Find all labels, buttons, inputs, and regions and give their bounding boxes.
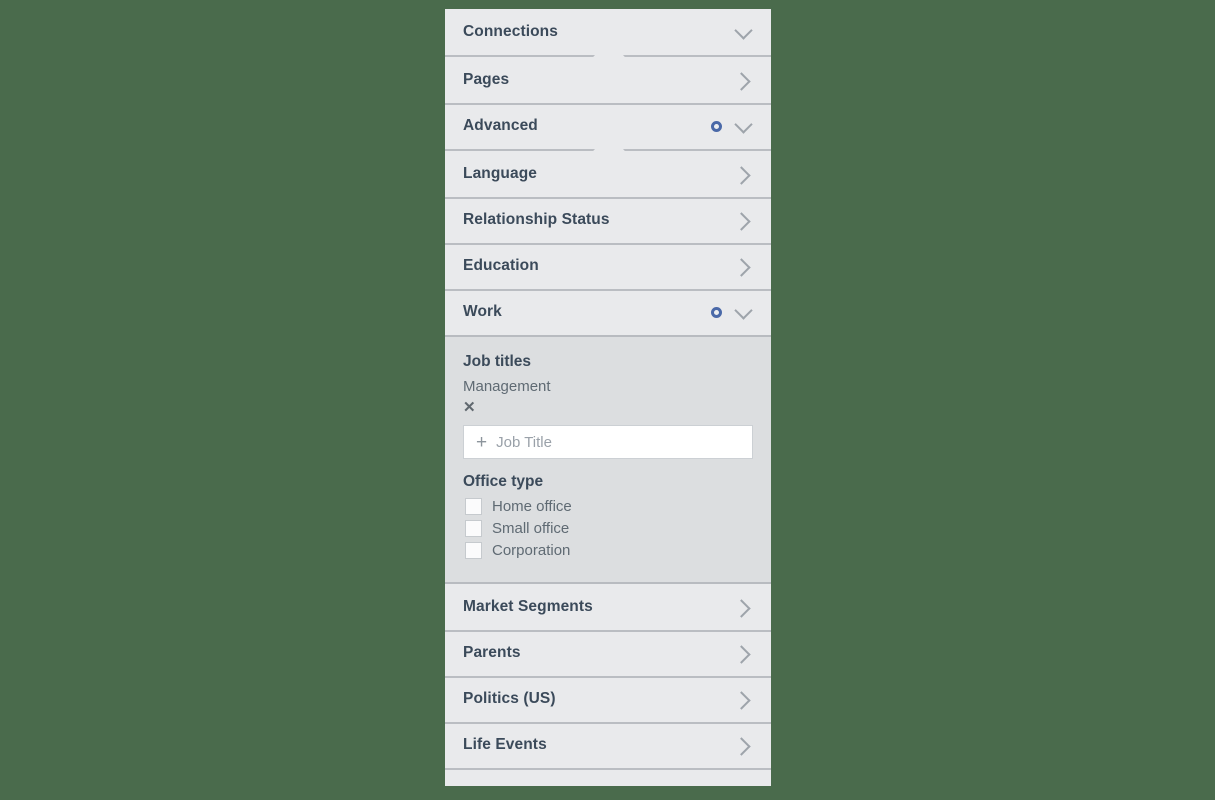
chevron-down-icon[interactable]: [736, 26, 749, 39]
section-title: Advanced: [463, 117, 538, 134]
section-title: Work: [463, 303, 502, 320]
checkbox-row-home-office[interactable]: Home office: [465, 498, 753, 516]
checkbox-row-small-office[interactable]: Small office: [465, 520, 753, 538]
checkbox-label: Corporation: [492, 542, 571, 560]
checkbox-label: Small office: [492, 520, 570, 538]
section-header-parents[interactable]: Parents: [445, 630, 771, 677]
checkbox-home-office[interactable]: [465, 498, 482, 516]
section-header-work[interactable]: Work: [445, 289, 771, 335]
job-titles-label: Job titles: [463, 353, 532, 370]
section-controls: [736, 26, 749, 39]
plus-icon: +: [476, 431, 488, 453]
office-type-label: Office type: [463, 473, 544, 491]
section-title: Relationship Status: [463, 211, 610, 228]
section-header-language[interactable]: Language: [445, 151, 771, 197]
section-title: Life Events: [463, 736, 547, 754]
job-title-input-placeholder: Job Title: [496, 433, 552, 451]
screen: Connections Pages Advanced Language Rela…: [0, 0, 1215, 800]
section-title: Parents: [463, 644, 521, 662]
section-title: Pages: [463, 71, 510, 88]
panel-bottom-divider: [445, 768, 771, 771]
chevron-right-icon[interactable]: [736, 739, 749, 752]
section-title: Market Segments: [463, 598, 593, 616]
job-title-selected-value: Management: [463, 378, 551, 395]
section-controls: [736, 74, 749, 87]
section-header-pages[interactable]: Pages: [445, 57, 771, 103]
chevron-down-icon[interactable]: [736, 306, 749, 319]
checkbox-small-office[interactable]: [465, 520, 482, 538]
section-header-education[interactable]: Education: [445, 243, 771, 289]
job-title-input[interactable]: + Job Title: [463, 425, 753, 460]
close-icon[interactable]: ✕: [463, 400, 479, 415]
section-controls: [736, 693, 749, 706]
section-header-politics-us[interactable]: Politics (US): [445, 676, 771, 723]
chevron-right-icon[interactable]: [736, 647, 749, 660]
section-controls: [736, 647, 749, 660]
section-controls: [736, 601, 749, 614]
checkbox-label: Home office: [492, 498, 572, 516]
section-controls: [736, 214, 749, 227]
active-filter-dot-icon: [711, 306, 722, 318]
section-header-market-segments[interactable]: Market Segments: [445, 584, 771, 631]
section-controls: [736, 260, 749, 273]
section-controls: [711, 120, 749, 133]
section-controls: [736, 739, 749, 752]
targeting-options-panel: Connections Pages Advanced Language Rela…: [445, 9, 771, 786]
checkbox-row-corporation[interactable]: Corporation: [465, 542, 753, 560]
checkbox-corporation[interactable]: [465, 542, 482, 560]
work-section-body: Job titles Management ✕ + Job Title Offi…: [445, 335, 771, 585]
section-controls: [736, 168, 749, 181]
section-title: Connections: [463, 23, 558, 40]
section-title: Education: [463, 257, 539, 274]
section-header-connections[interactable]: Connections: [445, 9, 771, 55]
active-filter-dot-icon: [711, 120, 722, 132]
chevron-right-icon[interactable]: [736, 260, 749, 273]
chevron-right-icon[interactable]: [736, 693, 749, 706]
section-title: Politics (US): [463, 690, 556, 708]
section-title: Language: [463, 165, 538, 182]
section-header-life-events[interactable]: Life Events: [445, 722, 771, 769]
chevron-right-icon[interactable]: [736, 74, 749, 87]
chevron-right-icon[interactable]: [736, 601, 749, 614]
section-header-relationship-status[interactable]: Relationship Status: [445, 197, 771, 243]
section-controls: [711, 306, 749, 319]
chevron-down-icon[interactable]: [736, 120, 749, 133]
chevron-right-icon[interactable]: [736, 168, 749, 181]
section-header-advanced[interactable]: Advanced: [445, 103, 771, 149]
chevron-right-icon[interactable]: [736, 214, 749, 227]
